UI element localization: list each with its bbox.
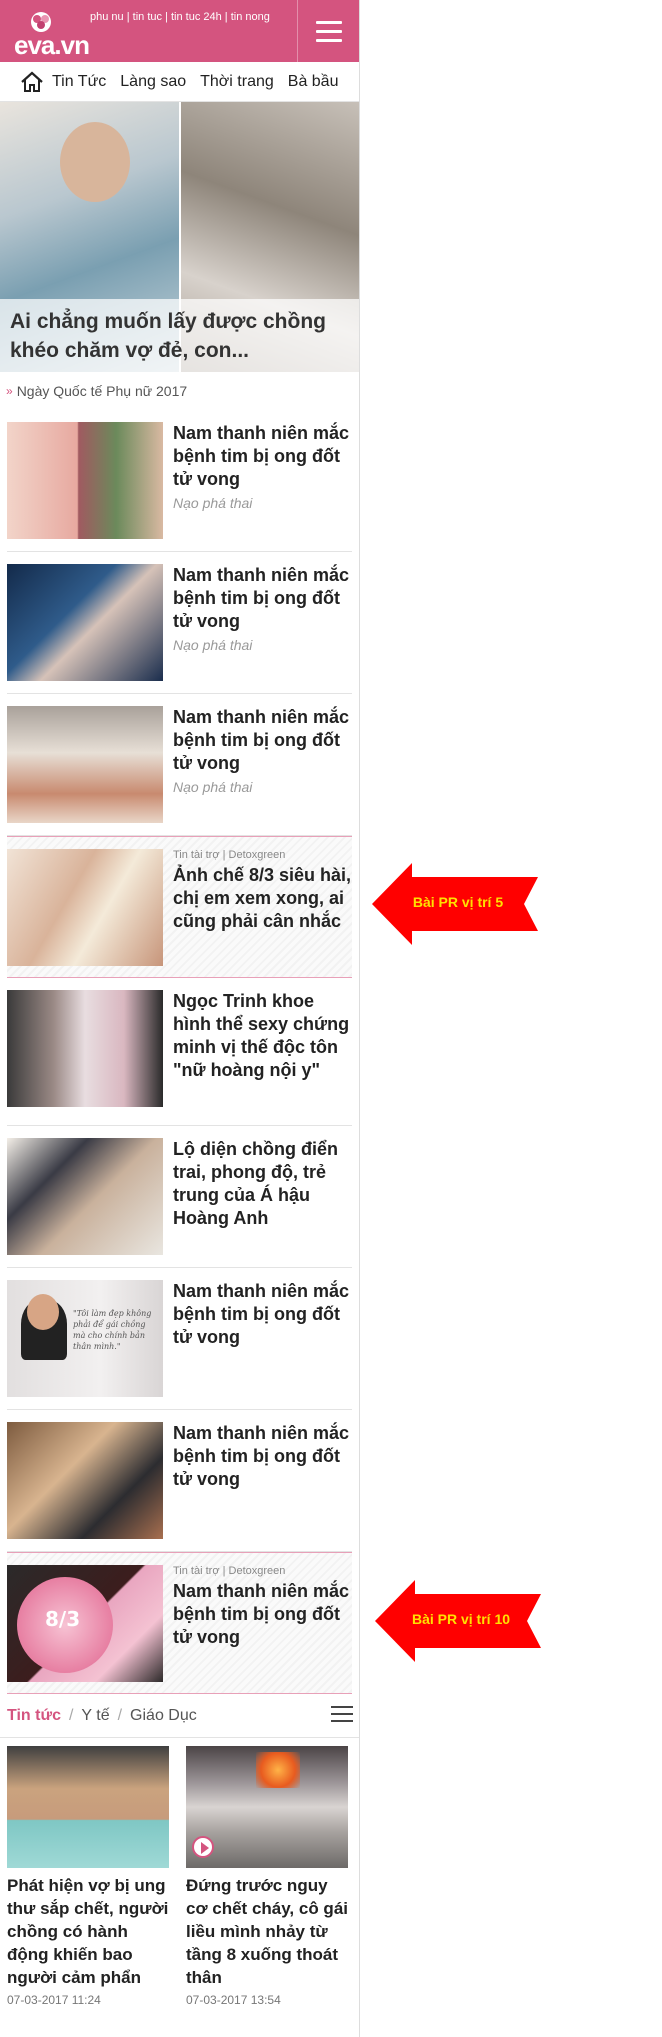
list-item[interactable]: Nam thanh niên mắc bệnh tim bị ong đốt t… — [7, 694, 352, 836]
nav-item-thoi-trang[interactable]: Thời trang — [200, 73, 274, 91]
card-title[interactable]: Đứng trước nguy cơ chết cháy, cô gái liề… — [186, 1874, 348, 1989]
section-tabs: Tin tức / Y tế / Giáo Dục — [0, 1694, 359, 1738]
cake-text: 8/3 — [45, 1607, 81, 1631]
site-logo[interactable]: eva.vn — [12, 10, 96, 60]
sponsor-label: Tin tài trợ | Detoxgreen — [173, 849, 286, 861]
list-item[interactable]: Lộ diện chồng điển trai, phong độ, trẻ t… — [7, 1126, 352, 1268]
sponsor-label: Tin tài trợ | Detoxgreen — [173, 1565, 286, 1577]
hamburger-line — [315, 29, 342, 33]
top-link[interactable]: tin nong — [231, 11, 270, 23]
section-menu-icon[interactable] — [331, 1706, 353, 1722]
hamburger-line — [315, 20, 342, 24]
tab-y-te[interactable]: Y tế — [81, 1707, 109, 1725]
article-title[interactable]: Ngọc Trinh khoe hình thể sexy chứng minh… — [173, 990, 352, 1082]
article-thumbnail[interactable] — [7, 422, 163, 539]
fire-image — [256, 1752, 300, 1788]
article-title[interactable]: Lộ diện chồng điển trai, phong độ, trẻ t… — [173, 1138, 352, 1230]
list-item[interactable]: Ngọc Trinh khoe hình thể sexy chứng minh… — [7, 978, 352, 1126]
tab-giao-duc[interactable]: Giáo Dục — [130, 1707, 197, 1725]
article-title[interactable]: Nam thanh niên mắc bệnh tim bị ong đốt t… — [173, 706, 352, 775]
nav-item-ba-bau[interactable]: Bà bầu — [288, 73, 339, 91]
hamburger-menu-button[interactable] — [297, 0, 359, 62]
callout-label: Bài PR vị trí 10 — [411, 1611, 511, 1627]
article-thumbnail[interactable]: 8/3 — [7, 1565, 163, 1682]
mobile-page: eva.vn phu nu | tin tuc | tin tuc 24h | … — [0, 0, 360, 2037]
article-title[interactable]: Ảnh chế 8/3 siêu hài, chị em xem xong, a… — [173, 864, 352, 933]
list-item[interactable]: Nam thanh niên mắc bệnh tim bị ong đốt t… — [7, 410, 352, 552]
article-title[interactable]: Nam thanh niên mắc bệnh tim bị ong đốt t… — [173, 1422, 352, 1491]
article-list: Nam thanh niên mắc bệnh tim bị ong đốt t… — [0, 410, 359, 1694]
topic-tag[interactable]: » Ngày Quốc tế Phụ nữ 2017 — [0, 372, 359, 410]
sponsored-list-item[interactable]: 8/3 Tin tài trợ | Detoxgreen Nam thanh n… — [7, 1552, 352, 1694]
article-category[interactable]: Nạo phá thai — [173, 495, 352, 511]
article-title[interactable]: Nam thanh niên mắc bệnh tim bị ong đốt t… — [173, 422, 352, 491]
article-category[interactable]: Nạo phá thai — [173, 779, 352, 795]
card-thumbnail[interactable] — [186, 1746, 348, 1868]
home-icon[interactable] — [20, 71, 44, 93]
callout-label: Bài PR vị trí 5 — [412, 894, 504, 910]
sponsored-list-item[interactable]: Tin tài trợ | Detoxgreen Ảnh chế 8/3 siê… — [7, 836, 352, 978]
portrait-face — [27, 1294, 59, 1330]
news-grid: Phát hiện vợ bị ung thư sắp chết, người … — [0, 1738, 359, 2037]
top-links: phu nu | tin tuc | tin tuc 24h | tin non… — [90, 11, 270, 23]
site-header: eva.vn phu nu | tin tuc | tin tuc 24h | … — [0, 0, 359, 62]
tab-tin-tuc[interactable]: Tin tức — [7, 1707, 61, 1725]
article-thumbnail[interactable] — [7, 706, 163, 823]
pr-position-10-callout: Bài PR vị trí 10 — [375, 1580, 541, 1662]
play-video-icon[interactable] — [192, 1836, 214, 1858]
list-item[interactable]: Nam thanh niên mắc bệnh tim bị ong đốt t… — [7, 1410, 352, 1552]
card-date: 07-03-2017 11:24 — [7, 1993, 101, 2007]
nav-item-tin-tuc[interactable]: Tin Tức — [52, 73, 106, 91]
topic-label: Ngày Quốc tế Phụ nữ 2017 — [16, 383, 188, 399]
list-item[interactable]: "Tôi làm đẹp không phải để gái chồng mà … — [7, 1268, 352, 1410]
grid-card[interactable]: Phát hiện vợ bị ung thư sắp chết, người … — [7, 1746, 169, 2007]
logo-text: eva.vn — [14, 30, 90, 60]
article-thumbnail[interactable] — [7, 849, 163, 966]
hero-article[interactable]: Ai chẳng muốn lấy được chồng khéo chăm v… — [0, 102, 359, 372]
hero-caption[interactable]: Ai chẳng muốn lấy được chồng khéo chăm v… — [0, 299, 359, 372]
top-link[interactable]: phu nu — [90, 11, 124, 23]
article-thumbnail[interactable] — [7, 564, 163, 681]
hamburger-line — [315, 38, 342, 42]
top-link[interactable]: tin tuc 24h — [171, 11, 222, 23]
pr-position-5-callout: Bài PR vị trí 5 — [372, 863, 538, 945]
nav-item-lang-sao[interactable]: Làng sao — [120, 73, 186, 91]
tab-separator: / — [117, 1706, 123, 1724]
article-title[interactable]: Nam thanh niên mắc bệnh tim bị ong đốt t… — [173, 1580, 352, 1649]
article-thumbnail[interactable] — [7, 990, 163, 1107]
top-link[interactable]: tin tuc — [133, 11, 162, 23]
thumbnail-quote: "Tôi làm đẹp không phải để gái chồng mà … — [73, 1309, 152, 1351]
grid-card[interactable]: Đứng trước nguy cơ chết cháy, cô gái liề… — [186, 1746, 348, 2007]
cake-image: 8/3 — [17, 1577, 113, 1673]
article-thumbnail[interactable] — [7, 1138, 163, 1255]
card-date: 07-03-2017 13:54 — [186, 1993, 281, 2007]
card-thumbnail[interactable] — [7, 1746, 169, 1868]
article-category[interactable]: Nạo phá thai — [173, 637, 352, 653]
double-chevron-icon: » — [6, 384, 13, 398]
tab-separator: / — [68, 1706, 74, 1724]
article-thumbnail[interactable]: "Tôi làm đẹp không phải để gái chồng mà … — [7, 1280, 163, 1397]
main-nav: Tin Tức Làng sao Thời trang Bà bầu — [0, 62, 359, 102]
card-title[interactable]: Phát hiện vợ bị ung thư sắp chết, người … — [7, 1874, 169, 1989]
article-title[interactable]: Nam thanh niên mắc bệnh tim bị ong đốt t… — [173, 564, 352, 633]
article-thumbnail[interactable] — [7, 1422, 163, 1539]
article-title[interactable]: Nam thanh niên mắc bệnh tim bị ong đốt t… — [173, 1280, 352, 1349]
list-item[interactable]: Nam thanh niên mắc bệnh tim bị ong đốt t… — [7, 552, 352, 694]
